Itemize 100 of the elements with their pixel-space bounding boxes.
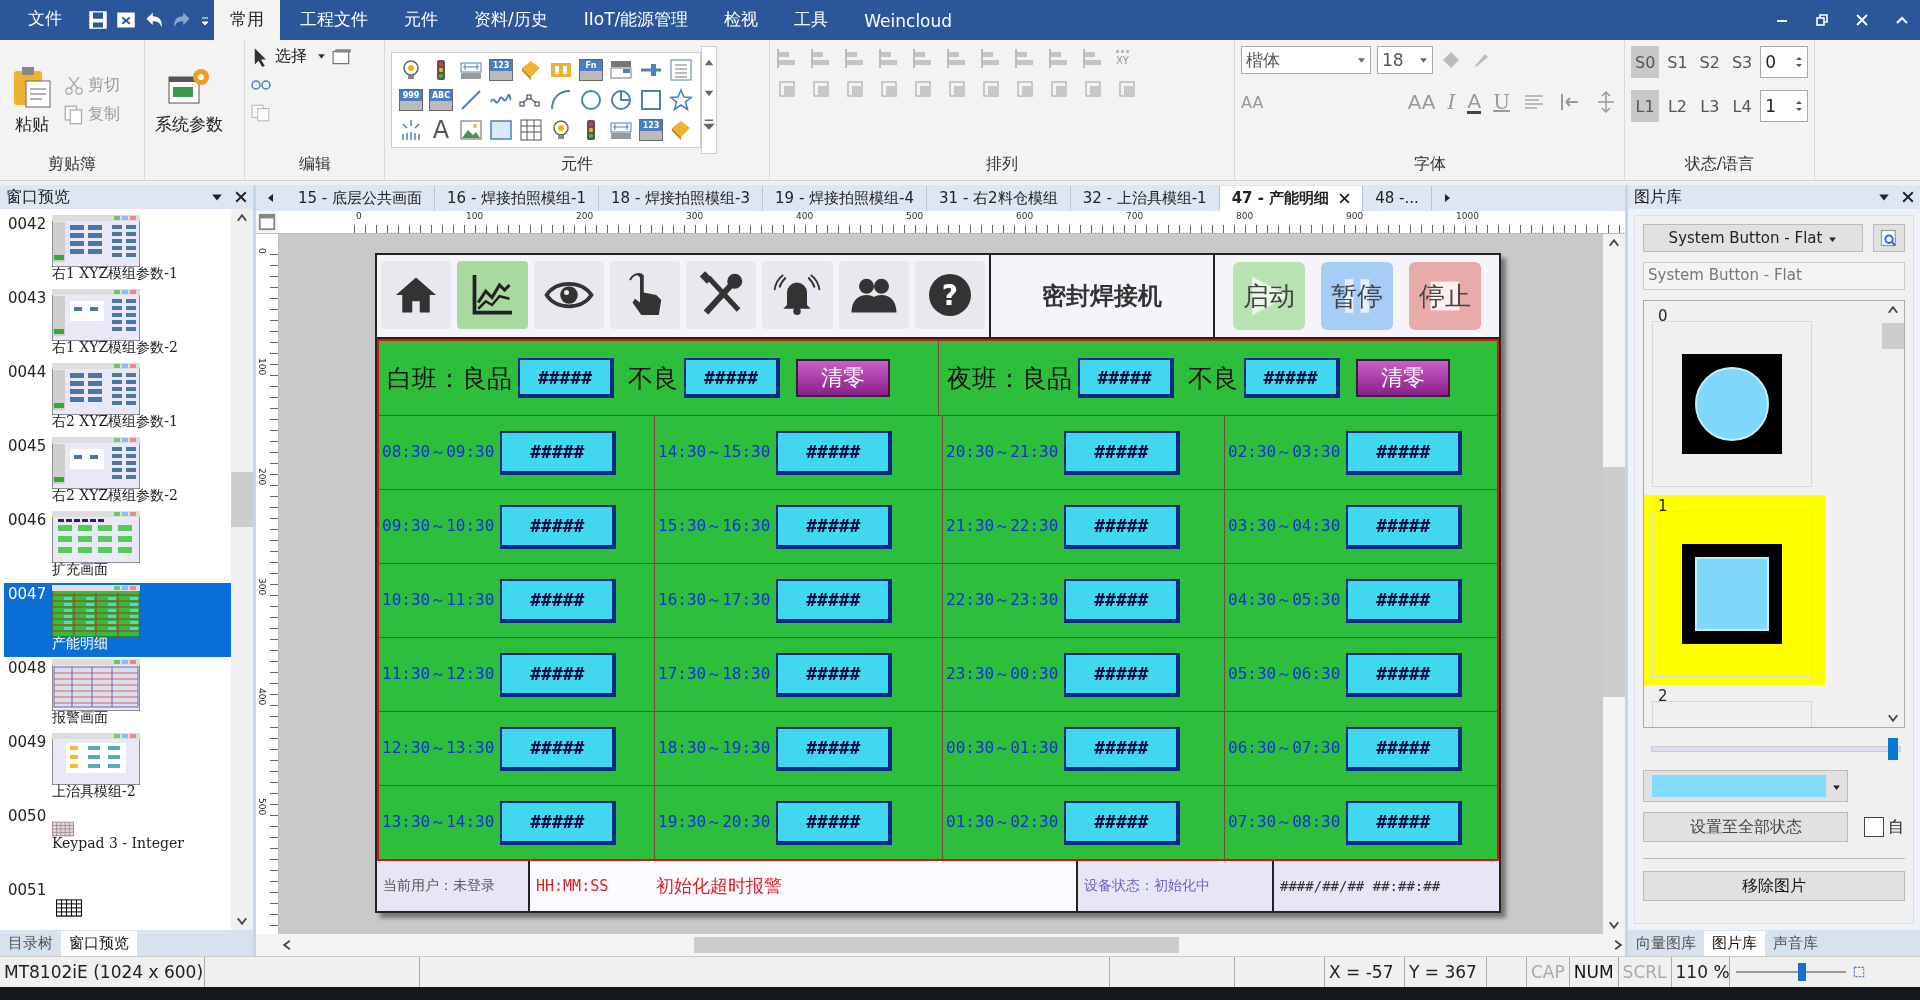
color-dropdown[interactable] — [1643, 770, 1848, 802]
apply-all-states-button[interactable]: 设置至全部状态 — [1643, 812, 1848, 842]
checkbox[interactable] — [1864, 817, 1884, 837]
document-tab[interactable]: 48 -... — [1363, 186, 1432, 210]
remove-image-button[interactable]: 移除图片 — [1643, 871, 1905, 901]
display-element-icon[interactable]: ABC — [429, 89, 453, 111]
chart-button[interactable] — [457, 261, 528, 329]
scrollbar[interactable] — [231, 209, 253, 930]
window-icon[interactable] — [332, 46, 352, 67]
close-icon[interactable] — [1339, 192, 1351, 204]
ribbon-tab[interactable]: 资料/历史 — [458, 0, 564, 40]
image-item[interactable]: 1 — [1644, 495, 1825, 685]
window-list-item[interactable]: 0050 Keypad 3 - Integer — [4, 805, 231, 879]
scrollbar-thumb[interactable] — [231, 472, 253, 527]
close-icon[interactable] — [1854, 12, 1870, 28]
ribbon-tab[interactable]: 检视 — [708, 0, 775, 40]
document-tab[interactable]: 15 - 底层公共画面 — [286, 185, 436, 211]
library-name-field[interactable]: System Button - Flat — [1643, 262, 1905, 290]
circle-icon[interactable] — [579, 88, 603, 112]
state-button[interactable]: S1 — [1663, 46, 1692, 78]
library-dropdown[interactable]: System Button - Flat — [1643, 224, 1863, 252]
ribbon-tab[interactable]: 常用 — [214, 0, 280, 40]
panel-tab[interactable]: 目录树 — [0, 931, 61, 956]
pause-button[interactable]: 暂停 — [1321, 262, 1393, 330]
ribbon-tab[interactable]: 工程文件 — [284, 0, 384, 40]
pie-icon[interactable] — [609, 88, 633, 112]
panel-tab[interactable]: 向量图库 — [1628, 931, 1704, 956]
scrollbar-thumb[interactable] — [1603, 467, 1625, 697]
system-parameters-button[interactable]: 系统参数 — [151, 62, 227, 138]
panel-tab[interactable]: 声音库 — [1765, 931, 1826, 956]
file-menu[interactable]: 文件 — [18, 7, 84, 40]
redo-icon[interactable] — [172, 10, 192, 30]
tab-scroll-left-icon[interactable] — [266, 193, 276, 203]
language-button[interactable]: L4 — [1727, 90, 1757, 122]
frame-icon[interactable] — [489, 118, 513, 142]
ribbon-tab[interactable]: 元件 — [388, 0, 454, 40]
close-icon[interactable] — [235, 191, 247, 203]
window-list-item[interactable]: 0044 右2 XYZ模组参数-1 — [4, 361, 231, 435]
select-button[interactable]: 选择 — [251, 46, 326, 67]
display-element-icon[interactable]: 123 — [489, 59, 513, 81]
window-list-item[interactable]: 0048 报警画面 — [4, 657, 231, 731]
table-icon[interactable] — [519, 118, 543, 142]
window-icon[interactable] — [116, 10, 136, 30]
save-icon[interactable] — [88, 10, 108, 30]
bell-button[interactable] — [762, 261, 833, 329]
window-list-item[interactable]: 0051 — [4, 879, 231, 930]
eye-button[interactable] — [533, 261, 604, 329]
language-spinner[interactable]: 1 — [1760, 90, 1808, 122]
display-element-icon[interactable]: 999 — [399, 89, 423, 111]
window-list-item[interactable]: 0043 右1 XYZ模组参数-2 — [4, 287, 231, 361]
document-tab[interactable]: 18 - 焊接拍照模组-3 — [599, 185, 764, 211]
browse-button[interactable] — [1873, 224, 1905, 252]
stop-button[interactable]: 停止 — [1409, 262, 1481, 330]
line-icon[interactable] — [459, 88, 483, 112]
fit-icon[interactable] — [1851, 965, 1866, 979]
language-button[interactable]: L1 — [1631, 90, 1660, 122]
scrollbar-thumb[interactable] — [1882, 323, 1904, 349]
paste-button[interactable]: 粘贴 — [6, 62, 58, 138]
star-icon[interactable] — [669, 88, 693, 112]
state-button[interactable]: S0 — [1631, 46, 1660, 78]
ribbon-tab[interactable]: 工具 — [778, 0, 845, 40]
state-button[interactable]: S3 — [1727, 46, 1757, 78]
tag-icon[interactable] — [519, 58, 543, 82]
tag-icon[interactable] — [669, 118, 693, 142]
reset-button[interactable]: 清零 — [1355, 359, 1450, 397]
language-button[interactable]: L3 — [1695, 90, 1724, 122]
ribbon-tab[interactable]: IIoT/能源管理 — [567, 0, 705, 40]
document-tab[interactable]: 32 - 上治具模组-1 — [1070, 185, 1220, 211]
document-tab[interactable]: 47 - 产能明细 — [1219, 185, 1364, 211]
font-family-dropdown[interactable]: 楷体 — [1241, 46, 1371, 74]
window-list-item[interactable]: 0047 产能明细 — [4, 583, 231, 657]
language-button[interactable]: L2 — [1663, 90, 1692, 122]
window-list-item[interactable]: 0045 右2 XYZ模组参数-2 — [4, 435, 231, 509]
text-tool-icon[interactable]: A — [432, 118, 450, 142]
display-element-icon[interactable]: Fn — [579, 59, 603, 81]
burst-icon[interactable] — [399, 118, 423, 142]
hand-button[interactable] — [609, 261, 680, 329]
ribbon-tab[interactable]: Weincloud — [848, 3, 969, 40]
reset-button[interactable]: 清零 — [796, 359, 890, 397]
people-button[interactable] — [838, 261, 909, 329]
state-spinner[interactable]: 0 — [1760, 46, 1808, 78]
document-tab[interactable]: 31 - 右2料仓模组 — [927, 185, 1071, 211]
window-list-item[interactable]: 0046 扩充画面 — [4, 509, 231, 583]
document-tab[interactable]: 16 - 焊接拍照模组-1 — [435, 185, 600, 211]
combo-box-icon[interactable] — [609, 58, 633, 82]
panel-tab[interactable]: 窗口预览 — [61, 931, 137, 956]
restore-icon[interactable] — [1814, 12, 1830, 28]
panel-tab[interactable]: 图片库 — [1704, 931, 1765, 956]
home-button[interactable] — [381, 261, 452, 329]
font-size-dropdown[interactable]: 18 — [1377, 46, 1433, 74]
document-tab[interactable]: 19 - 焊接拍照模组-4 — [763, 185, 928, 211]
scrollbar-thumb[interactable] — [694, 937, 1179, 953]
close-icon[interactable] — [1902, 191, 1914, 203]
arc-icon[interactable] — [549, 88, 573, 112]
start-button[interactable]: 启动 — [1233, 262, 1305, 330]
display-element-icon[interactable]: 123 — [639, 119, 663, 141]
window-list-item[interactable]: 0049 上治具模组-2 — [4, 731, 231, 805]
rectangle-icon[interactable] — [639, 88, 663, 112]
help-button[interactable]: ? — [914, 261, 985, 329]
image-icon[interactable] — [459, 118, 483, 142]
